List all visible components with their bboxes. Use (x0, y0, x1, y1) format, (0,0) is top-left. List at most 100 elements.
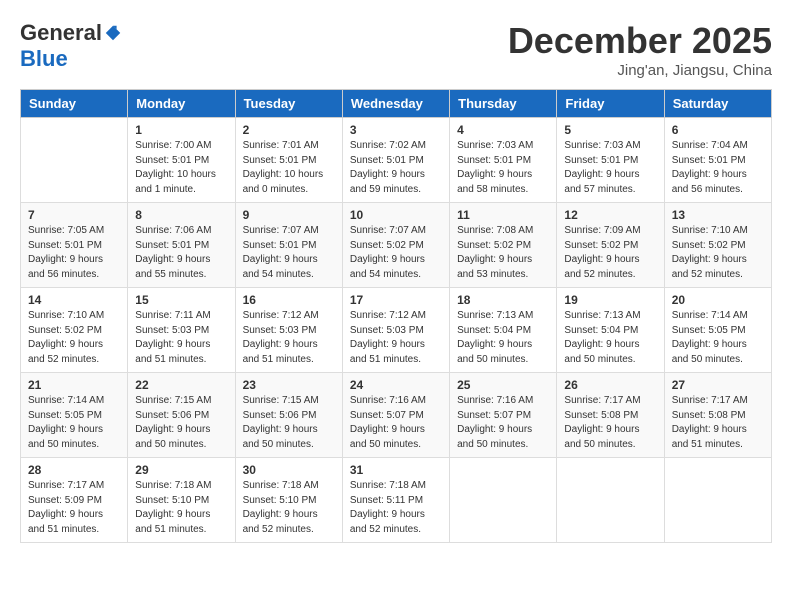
day-number: 2 (243, 123, 335, 137)
weekday-header-saturday: Saturday (664, 90, 771, 118)
day-info: Sunrise: 7:14 AMSunset: 5:05 PMDaylight:… (28, 394, 120, 452)
calendar-cell: 14 Sunrise: 7:10 AMSunset: 5:02 PMDayligh… (21, 288, 128, 373)
calendar-cell (21, 118, 128, 203)
day-info: Sunrise: 7:11 AMSunset: 5:03 PMDaylight:… (135, 309, 227, 367)
calendar-cell: 8Sunrise: 7:06 AMSunset: 5:01 PMDaylight… (128, 203, 235, 288)
calendar-cell: 24Sunrise: 7:16 AMSunset: 5:07 PMDayligh… (342, 373, 449, 458)
calendar-cell: 26Sunrise: 7:17 AMSunset: 5:08 PMDayligh… (557, 373, 664, 458)
calendar-cell: 5 Sunrise: 7:03 AMSunset: 5:01 PMDaylight… (557, 118, 664, 203)
day-number: 31 (350, 463, 442, 477)
day-info: Sunrise: 7:18 AMSunset: 5:10 PMDaylight:… (243, 479, 335, 537)
day-number: 1 (135, 123, 227, 137)
day-info: Sunrise: 7:03 AMSunset: 5:01 PMDaylight:… (457, 139, 549, 197)
day-number: 14 (28, 293, 120, 307)
weekday-header-sunday: Sunday (21, 90, 128, 118)
calendar-cell: 19Sunrise: 7:13 AMSunset: 5:04 PMDayligh… (557, 288, 664, 373)
month-title: December 2025 (508, 20, 772, 62)
weekday-header-monday: Monday (128, 90, 235, 118)
calendar-cell: 13 Sunrise: 7:10 AMSunset: 5:02 PMDayligh… (664, 203, 771, 288)
title-block: December 2025 Jing'an, Jiangsu, China (508, 20, 772, 79)
day-info: Sunrise: 7:07 AMSunset: 5:02 PMDaylight:… (350, 224, 442, 282)
day-info: Sunrise: 7:08 AMSunset: 5:02 PMDaylight:… (457, 224, 549, 282)
day-info: Sunrise: 7:09 AMSunset: 5:02 PMDaylight:… (564, 224, 656, 282)
calendar-cell: 2 Sunrise: 7:01 AMSunset: 5:01 PMDaylight… (235, 118, 342, 203)
day-info: Sunrise: 7:01 AMSunset: 5:01 PMDaylight:… (243, 139, 335, 197)
day-number: 20 (672, 293, 764, 307)
calendar-cell: 22 Sunrise: 7:15 AMSunset: 5:06 PMDayligh… (128, 373, 235, 458)
day-number: 17 (350, 293, 442, 307)
day-info: Sunrise: 7:18 AMSunset: 5:10 PMDaylight:… (135, 479, 227, 537)
day-number: 13 (672, 208, 764, 222)
day-number: 28 (28, 463, 120, 477)
day-info: Sunrise: 7:04 AMSunset: 5:01 PMDaylight:… (672, 139, 764, 197)
day-info: Sunrise: 7:10 AMSunset: 5:02 PMDaylight:… (672, 224, 764, 282)
day-info: Sunrise: 7:13 AMSunset: 5:04 PMDaylight:… (457, 309, 549, 367)
calendar-cell: 15 Sunrise: 7:11 AMSunset: 5:03 PMDayligh… (128, 288, 235, 373)
day-number: 21 (28, 378, 120, 392)
day-info: Sunrise: 7:16 AMSunset: 5:07 PMDaylight:… (350, 394, 442, 452)
day-info: Sunrise: 7:15 AMSunset: 5:06 PMDaylight:… (243, 394, 335, 452)
day-number: 30 (243, 463, 335, 477)
calendar-week-4: 21 Sunrise: 7:14 AMSunset: 5:05 PMDayligh… (21, 373, 772, 458)
day-info: Sunrise: 7:16 AMSunset: 5:07 PMDaylight:… (457, 394, 549, 452)
calendar-cell: 23 Sunrise: 7:15 AMSunset: 5:06 PMDayligh… (235, 373, 342, 458)
calendar-cell: 21 Sunrise: 7:14 AMSunset: 5:05 PMDayligh… (21, 373, 128, 458)
day-info: Sunrise: 7:12 AMSunset: 5:03 PMDaylight:… (350, 309, 442, 367)
day-info: Sunrise: 7:10 AMSunset: 5:02 PMDaylight:… (28, 309, 120, 367)
day-number: 19 (564, 293, 656, 307)
weekday-header-wednesday: Wednesday (342, 90, 449, 118)
calendar-cell (450, 458, 557, 543)
day-number: 4 (457, 123, 549, 137)
logo-general: General (20, 20, 102, 46)
day-number: 6 (672, 123, 764, 137)
day-info: Sunrise: 7:17 AMSunset: 5:08 PMDaylight:… (672, 394, 764, 452)
day-number: 22 (135, 378, 227, 392)
day-number: 9 (243, 208, 335, 222)
logo-blue: Blue (20, 46, 68, 72)
calendar-cell: 6 Sunrise: 7:04 AMSunset: 5:01 PMDaylight… (664, 118, 771, 203)
day-info: Sunrise: 7:00 AMSunset: 5:01 PMDaylight:… (135, 139, 227, 197)
day-info: Sunrise: 7:12 AMSunset: 5:03 PMDaylight:… (243, 309, 335, 367)
day-number: 5 (564, 123, 656, 137)
calendar-cell: 17 Sunrise: 7:12 AMSunset: 5:03 PMDayligh… (342, 288, 449, 373)
day-info: Sunrise: 7:15 AMSunset: 5:06 PMDaylight:… (135, 394, 227, 452)
calendar-cell: 4 Sunrise: 7:03 AMSunset: 5:01 PMDaylight… (450, 118, 557, 203)
calendar-cell: 3Sunrise: 7:02 AMSunset: 5:01 PMDaylight… (342, 118, 449, 203)
calendar-week-1: 1 Sunrise: 7:00 AMSunset: 5:01 PMDaylight… (21, 118, 772, 203)
day-info: Sunrise: 7:03 AMSunset: 5:01 PMDaylight:… (564, 139, 656, 197)
calendar-cell: 1 Sunrise: 7:00 AMSunset: 5:01 PMDaylight… (128, 118, 235, 203)
calendar-cell: 27 Sunrise: 7:17 AMSunset: 5:08 PMDayligh… (664, 373, 771, 458)
day-number: 18 (457, 293, 549, 307)
calendar-cell: 18 Sunrise: 7:13 AMSunset: 5:04 PMDayligh… (450, 288, 557, 373)
day-number: 27 (672, 378, 764, 392)
weekday-header-tuesday: Tuesday (235, 90, 342, 118)
calendar-week-3: 14 Sunrise: 7:10 AMSunset: 5:02 PMDayligh… (21, 288, 772, 373)
calendar-cell: 29Sunrise: 7:18 AMSunset: 5:10 PMDayligh… (128, 458, 235, 543)
calendar-cell (557, 458, 664, 543)
calendar-week-2: 7Sunrise: 7:05 AMSunset: 5:01 PMDaylight… (21, 203, 772, 288)
calendar-cell: 12 Sunrise: 7:09 AMSunset: 5:02 PMDayligh… (557, 203, 664, 288)
calendar-week-5: 28Sunrise: 7:17 AMSunset: 5:09 PMDayligh… (21, 458, 772, 543)
day-number: 3 (350, 123, 442, 137)
day-number: 12 (564, 208, 656, 222)
calendar: SundayMondayTuesdayWednesdayThursdayFrid… (20, 89, 772, 543)
weekday-header-friday: Friday (557, 90, 664, 118)
day-info: Sunrise: 7:07 AMSunset: 5:01 PMDaylight:… (243, 224, 335, 282)
calendar-cell: 28Sunrise: 7:17 AMSunset: 5:09 PMDayligh… (21, 458, 128, 543)
calendar-cell: 16 Sunrise: 7:12 AMSunset: 5:03 PMDayligh… (235, 288, 342, 373)
day-number: 10 (350, 208, 442, 222)
calendar-cell: 9 Sunrise: 7:07 AMSunset: 5:01 PMDaylight… (235, 203, 342, 288)
day-number: 7 (28, 208, 120, 222)
day-info: Sunrise: 7:14 AMSunset: 5:05 PMDaylight:… (672, 309, 764, 367)
day-number: 16 (243, 293, 335, 307)
day-number: 15 (135, 293, 227, 307)
calendar-cell: 7Sunrise: 7:05 AMSunset: 5:01 PMDaylight… (21, 203, 128, 288)
day-number: 11 (457, 208, 549, 222)
day-info: Sunrise: 7:17 AMSunset: 5:08 PMDaylight:… (564, 394, 656, 452)
location: Jing'an, Jiangsu, China (508, 62, 772, 79)
weekday-header-thursday: Thursday (450, 90, 557, 118)
calendar-cell: 30 Sunrise: 7:18 AMSunset: 5:10 PMDayligh… (235, 458, 342, 543)
day-number: 23 (243, 378, 335, 392)
calendar-cell: 11 Sunrise: 7:08 AMSunset: 5:02 PMDayligh… (450, 203, 557, 288)
calendar-cell: 25Sunrise: 7:16 AMSunset: 5:07 PMDayligh… (450, 373, 557, 458)
